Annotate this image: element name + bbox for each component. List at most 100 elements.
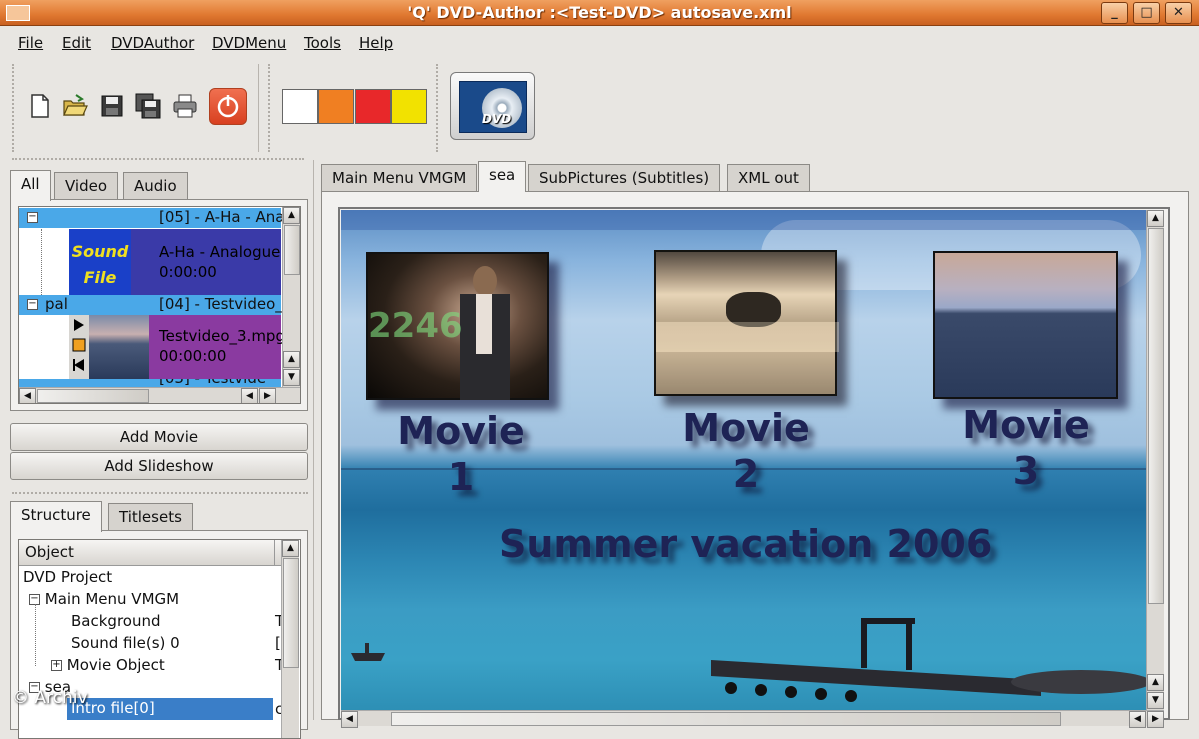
horizontal-scrollbar[interactable]: ◀ ◀ ▶ (19, 387, 300, 403)
new-file-icon[interactable] (27, 92, 53, 120)
add-slideshow-button[interactable]: Add Slideshow (10, 452, 308, 480)
entry-name: Testvideo_3.mpg (159, 327, 285, 345)
scroll-up-button[interactable]: ▲ (282, 540, 299, 557)
scroll-thumb[interactable] (283, 558, 299, 668)
tab-video[interactable]: Video (54, 172, 119, 200)
movie-2-thumbnail[interactable] (654, 250, 839, 396)
collapse-icon[interactable]: − (27, 299, 38, 310)
movie-1-thumbnail[interactable]: 2246 (366, 252, 549, 400)
tab-titlesets[interactable]: Titlesets (108, 503, 193, 531)
collapse-icon[interactable]: − (27, 212, 38, 223)
entry-name: A-Ha - Analogue (159, 243, 281, 261)
scroll-thumb[interactable] (391, 712, 1061, 726)
scroll-up-button[interactable]: ▲ (1147, 674, 1164, 691)
color-orange-button[interactable] (318, 89, 354, 124)
scroll-down-button[interactable]: ▼ (1147, 692, 1164, 709)
scroll-up-button[interactable]: ▲ (1147, 210, 1164, 227)
menubar: File Edit DVDAuthor DVDMenu Tools Help (0, 27, 1199, 57)
tab-all[interactable]: All (10, 170, 51, 201)
scroll-right-button[interactable]: ▶ (259, 388, 276, 403)
menu-file[interactable]: File (18, 34, 43, 52)
structure-tree[interactable]: Object DVD Project − Main Menu VMGM Back… (18, 539, 301, 739)
player-controls[interactable] (69, 315, 89, 379)
tab-structure[interactable]: Structure (10, 501, 102, 532)
save-icon[interactable] (99, 92, 125, 120)
canvas-vertical-scrollbar[interactable]: ▲ ▲ ▼ (1146, 210, 1164, 710)
panel-grip[interactable] (12, 492, 308, 496)
tab-audio[interactable]: Audio (123, 172, 188, 200)
tree-row[interactable]: Background (71, 612, 161, 630)
tab-subpictures[interactable]: SubPictures (Subtitles) (528, 164, 721, 192)
close-button[interactable]: ✕ (1165, 2, 1192, 24)
color-red-button[interactable] (355, 89, 391, 124)
scroll-thumb[interactable] (1148, 228, 1164, 604)
movie-2-label[interactable]: Movie 2 (656, 405, 836, 497)
movie-3-label-line1: Movie (962, 403, 1090, 447)
expand-icon[interactable]: + (51, 660, 62, 671)
movie-3-label[interactable]: Movie 3 (936, 402, 1116, 494)
toolbar-grip[interactable] (12, 64, 16, 152)
scroll-down-button[interactable]: ▼ (283, 369, 300, 386)
entry-header-label: [04] - Testvideo_ (159, 295, 283, 313)
menu-help[interactable]: Help (359, 34, 393, 52)
minimize-button[interactable]: _ (1101, 2, 1128, 24)
power-icon (217, 95, 239, 118)
pier-graphic (711, 618, 1146, 702)
tree-row-selected[interactable]: Intro file[0] (67, 698, 273, 720)
list-item-header[interactable]: − [05] - A-Ha - Ana (19, 208, 284, 228)
open-folder-icon[interactable] (62, 92, 88, 120)
tree-row[interactable]: − Main Menu VMGM (29, 590, 179, 608)
menu-edit[interactable]: Edit (62, 34, 91, 52)
menu-dvdmenu[interactable]: DVDMenu (212, 34, 286, 52)
menu-title-text[interactable]: Summer vacation 2006 (499, 522, 992, 566)
scroll-left-button[interactable]: ◀ (241, 388, 258, 403)
list-item[interactable]: Testvideo_3.mpg 00:00:00 (69, 315, 285, 379)
boat-graphic (351, 643, 385, 661)
scroll-up-button[interactable]: ▲ (283, 351, 300, 368)
sound-file-thumbnail: Sound File (69, 229, 131, 295)
vertical-scrollbar[interactable]: ▲ ▲ ▼ (282, 207, 300, 387)
tree-row[interactable]: Sound file(s) 0 (71, 634, 180, 652)
menu-canvas[interactable]: 2246 Movie 1 Movie 2 Movie 3 Summer vaca… (341, 210, 1146, 710)
tree-row[interactable]: DVD Project (23, 568, 112, 586)
scroll-left-button[interactable]: ◀ (19, 388, 36, 403)
tree-row-value: [ (275, 634, 281, 652)
exit-button[interactable] (209, 88, 247, 125)
scroll-up-button[interactable]: ▲ (283, 207, 300, 224)
entry-duration: 00:00:00 (159, 347, 227, 365)
vertical-scrollbar[interactable]: ▲ (281, 540, 299, 738)
source-list[interactable]: − [05] - A-Ha - Ana Sound File A-Ha - An… (18, 206, 301, 404)
tree-row[interactable]: + Movie Object (51, 656, 165, 674)
color-yellow-button[interactable] (391, 89, 427, 124)
movie-3-thumbnail[interactable] (933, 251, 1118, 399)
scroll-thumb[interactable] (284, 225, 300, 275)
dvd-author-button[interactable]: DVD (450, 72, 535, 140)
column-header-object[interactable]: Object (19, 540, 275, 566)
save-all-icon[interactable] (135, 92, 161, 120)
toolbar-grip[interactable] (268, 64, 272, 152)
tree-row-label: Sound file(s) 0 (71, 634, 180, 652)
panel-grip[interactable] (12, 158, 304, 162)
tab-main-menu-vmgm[interactable]: Main Menu VMGM (321, 164, 478, 192)
color-white-button[interactable] (282, 89, 318, 124)
list-item-header[interactable]: [03] - Testvide (19, 379, 281, 387)
play-icon[interactable] (69, 315, 89, 379)
tab-xml-out[interactable]: XML out (727, 164, 810, 192)
canvas-horizontal-scrollbar[interactable]: ◀ ◀ ▶ (341, 710, 1164, 728)
toolbar-grip[interactable] (436, 64, 440, 152)
movie-1-label-line1: Movie (397, 409, 525, 453)
splitter[interactable] (313, 160, 317, 720)
list-item[interactable]: Sound File A-Ha - Analogue 0:00:00 (69, 229, 281, 295)
dvd-logo-icon: DVD (459, 81, 527, 133)
add-movie-button[interactable]: Add Movie (10, 423, 308, 451)
scroll-thumb[interactable] (37, 389, 149, 403)
menu-edit-label: Edit (62, 34, 92, 52)
movie-1-label[interactable]: Movie 1 (371, 408, 551, 500)
maximize-button[interactable]: □ (1133, 2, 1160, 24)
tab-sea[interactable]: sea (478, 161, 527, 192)
list-item-header[interactable]: − pal [04] - Testvideo_ (19, 295, 283, 315)
print-icon[interactable] (172, 92, 198, 120)
thumb-line2: File (83, 268, 117, 287)
menu-dvdauthor[interactable]: DVDAuthor (111, 34, 194, 52)
menu-tools[interactable]: Tools (304, 34, 341, 52)
